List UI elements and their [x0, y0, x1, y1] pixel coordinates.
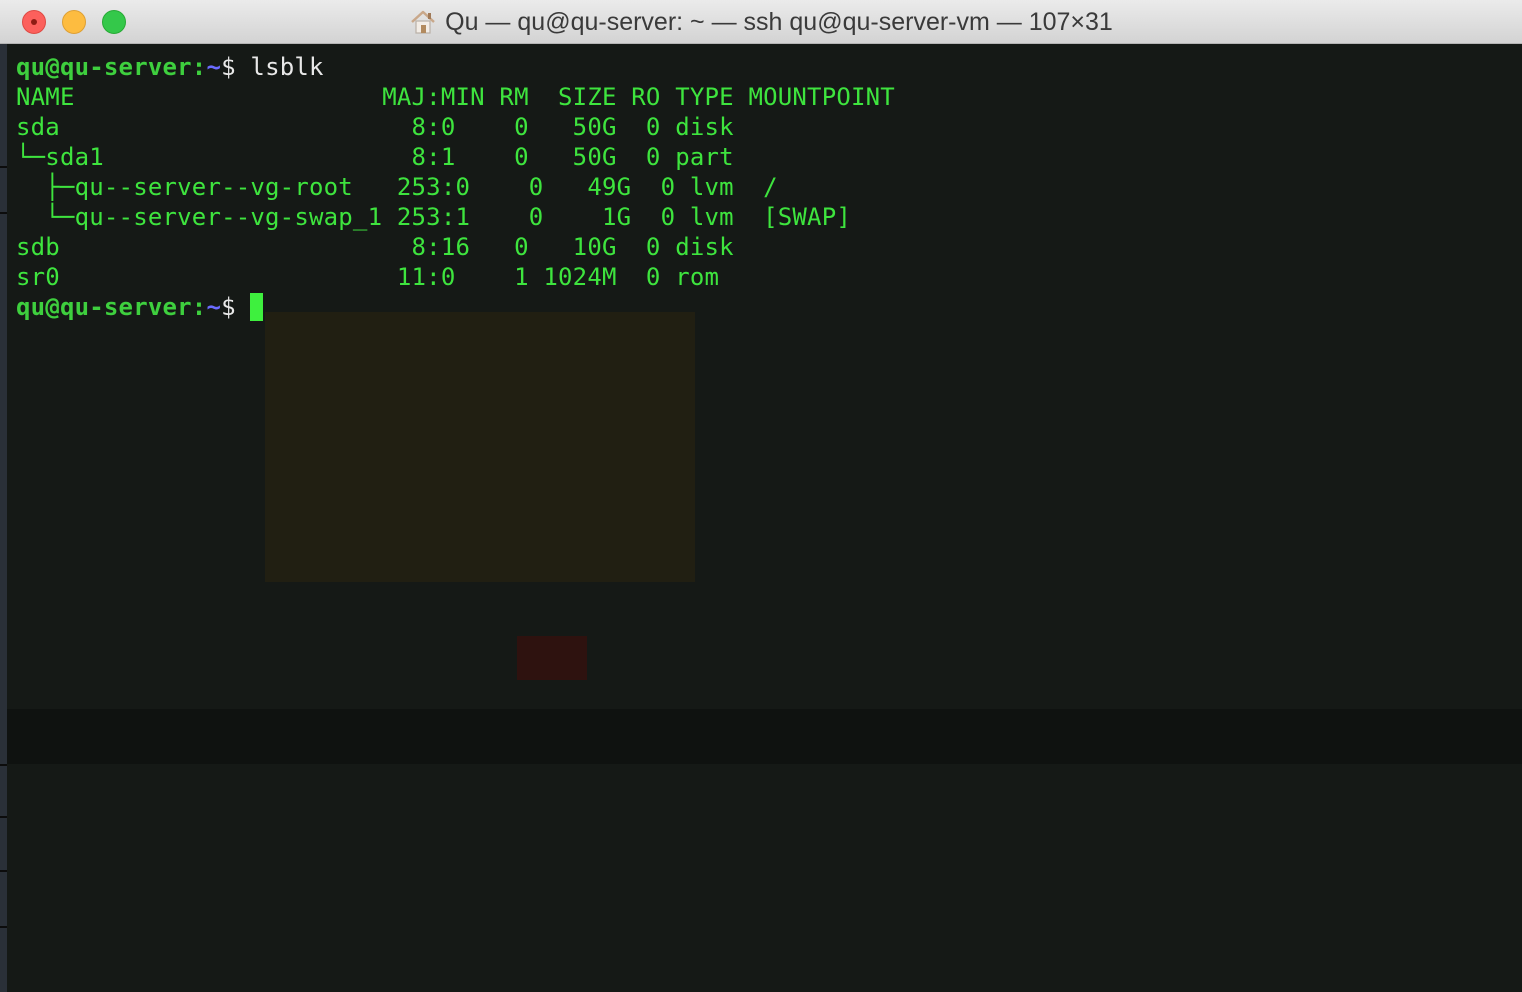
- edge-tick: [0, 166, 7, 168]
- background-ghost-band: [7, 709, 1522, 764]
- background-ghost-button: [517, 636, 587, 680]
- text-cursor: [250, 293, 264, 321]
- window-title: Qu — qu@qu-server: ~ — ssh qu@qu-server-…: [445, 7, 1113, 36]
- edge-tick: [0, 816, 7, 818]
- output-line-vg-swap: └─qu--server--vg-swap_1 253:1 0 1G 0 lvm…: [16, 203, 852, 231]
- command-line: qu@qu-server:~$ lsblk: [7, 52, 895, 82]
- output-line-sda: sda 8:0 0 50G 0 disk: [16, 113, 749, 141]
- title-container: Qu — qu@qu-server: ~ — ssh qu@qu-server-…: [0, 0, 1522, 44]
- output-line-sr0: sr0 11:0 1 1024M 0 rom: [16, 263, 749, 291]
- terminal-lines: qu@qu-server:~$ lsblk NAME MAJ:MIN RM SI…: [7, 52, 895, 322]
- prompt-path: ~: [206, 53, 222, 81]
- prompt-sign: $: [221, 53, 251, 81]
- prompt-user-host: qu@qu-server: [16, 53, 192, 81]
- output-line-vg-root: ├─qu--server--vg-root 253:0 0 49G 0 lvm …: [16, 173, 778, 201]
- active-prompt-line[interactable]: qu@qu-server:~$: [7, 292, 895, 322]
- output-line-sdb: sdb 8:16 0 10G 0 disk: [16, 233, 749, 261]
- output-line-sda1: └─sda1 8:1 0 50G 0 part: [16, 143, 749, 171]
- output-line-header: NAME MAJ:MIN RM SIZE RO TYPE MOUNTPOINT: [16, 83, 895, 111]
- terminal-content-area[interactable]: qu@qu-server:~$ lsblk NAME MAJ:MIN RM SI…: [7, 44, 1522, 992]
- home-icon: [411, 10, 435, 34]
- left-edge-decoration: [0, 44, 7, 992]
- command-text: lsblk: [250, 53, 324, 81]
- prompt-colon: :: [191, 293, 207, 321]
- edge-tick: [0, 926, 7, 928]
- edge-tick: [0, 764, 7, 766]
- title-bar[interactable]: Qu — qu@qu-server: ~ — ssh qu@qu-server-…: [0, 0, 1522, 44]
- prompt-sign: $: [221, 293, 251, 321]
- prompt-colon: :: [191, 53, 207, 81]
- background-ghost-panel: [265, 312, 695, 582]
- edge-tick: [0, 870, 7, 872]
- terminal-window: Qu — qu@qu-server: ~ — ssh qu@qu-server-…: [0, 0, 1522, 992]
- prompt-user-host: qu@qu-server: [16, 293, 192, 321]
- prompt-path: ~: [206, 293, 222, 321]
- edge-tick: [0, 212, 7, 214]
